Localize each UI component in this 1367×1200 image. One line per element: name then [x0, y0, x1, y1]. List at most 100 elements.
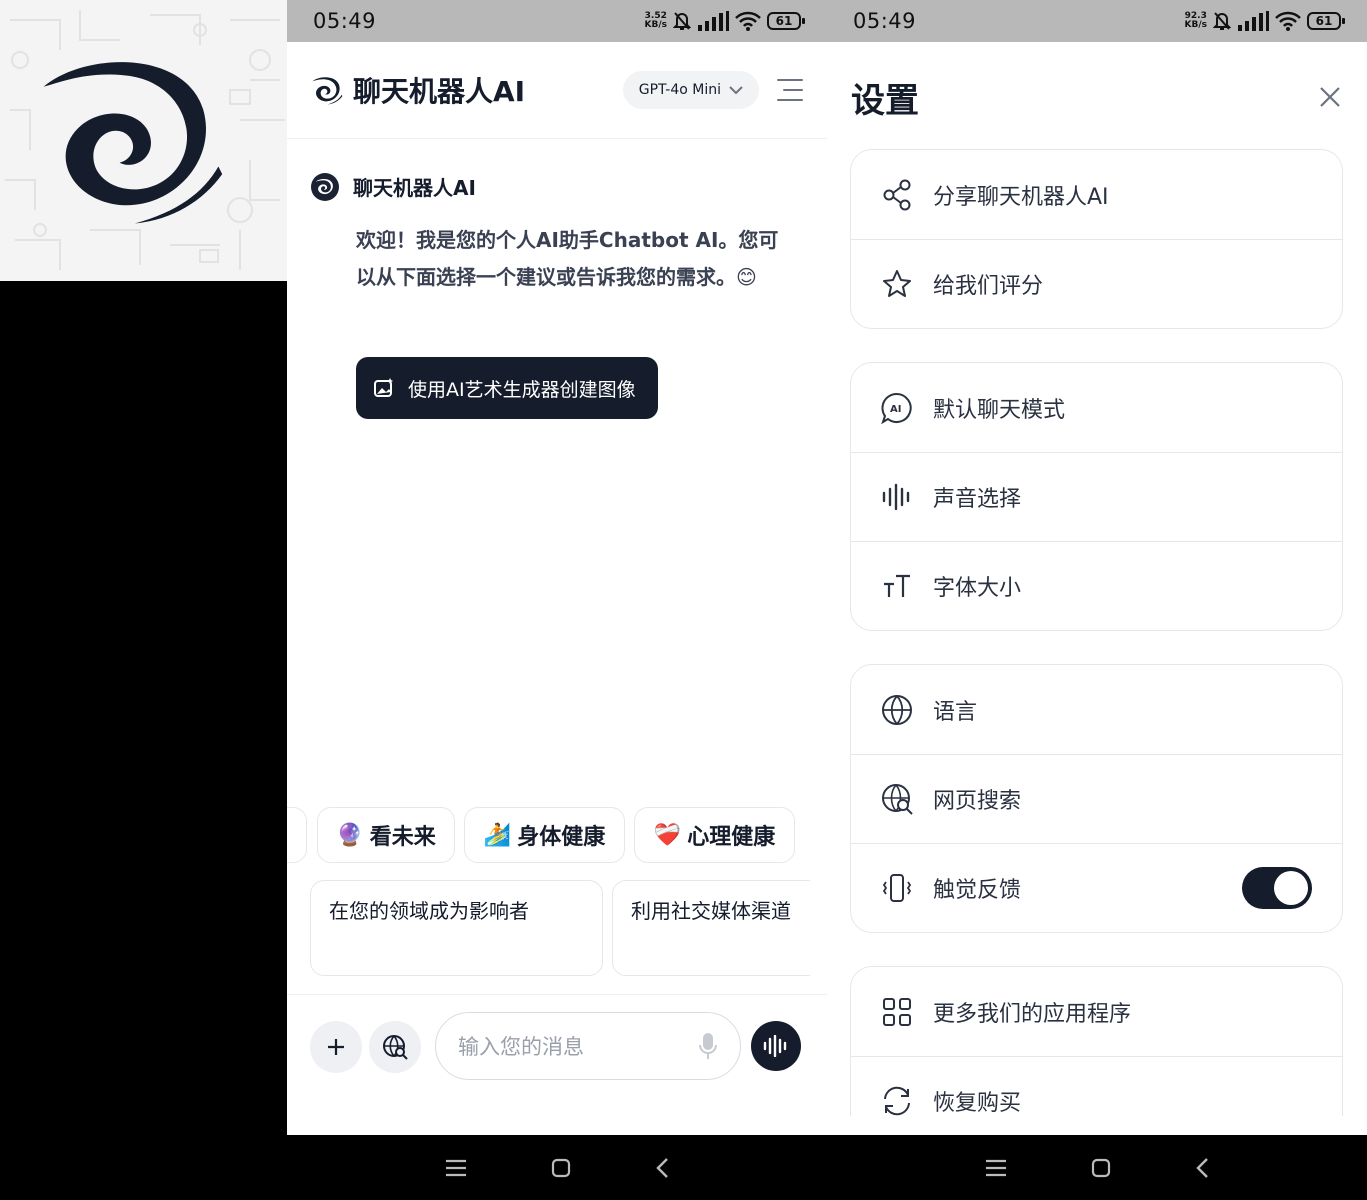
prompt-card[interactable]: 利用社交媒体渠道 [612, 880, 810, 976]
chip-label: 身体健康 [517, 825, 606, 850]
settings-item-default-chat-mode[interactable]: AI 默认聊天模式 [851, 363, 1342, 452]
image-sparkle-icon [374, 378, 393, 397]
settings-screen: 05:49 92.3 KB/s 61 设置 分享聊天机器人AI 给我们评分 AI… [827, 0, 1367, 1200]
message-input[interactable]: 输入您的消息 [435, 1012, 741, 1080]
recent-apps-icon[interactable] [445, 1159, 467, 1177]
settings-list[interactable]: 分享聊天机器人AI 给我们评分 AI 默认聊天模式 声音选择 字体大小 语言 网… [827, 140, 1367, 1116]
welcome-message: 欢迎！我是您的个人AI助手Chatbot AI。您可以从下面选择一个建议或告诉我… [356, 228, 779, 289]
share-icon [881, 179, 913, 211]
recent-apps-icon[interactable] [985, 1159, 1007, 1177]
wifi-icon [1275, 11, 1301, 31]
settings-item-label: 默认聊天模式 [933, 397, 1066, 423]
vibration-icon [881, 872, 913, 904]
settings-group-preferences: 语言 网页搜索 触觉反馈 [850, 664, 1343, 933]
suggestion-chips: 🔮 看未来 🏄 身体健康 ❤️‍🩹 心理健康 [287, 807, 827, 863]
suggestion-chip-partial[interactable] [287, 807, 307, 863]
bot-logo-icon [315, 178, 333, 194]
chat-header: 聊天机器人AI GPT-4o Mini [287, 42, 827, 139]
settings-group-share: 分享聊天机器人AI 给我们评分 [850, 149, 1343, 329]
status-bar: 05:49 3.52 KB/s 61 [287, 0, 827, 42]
page-title: 设置 [851, 80, 919, 121]
settings-item-more-apps[interactable]: 更多我们的应用程序 [851, 967, 1342, 1056]
voice-mode-button[interactable] [751, 1021, 801, 1071]
settings-item-haptic-feedback[interactable]: 触觉反馈 [851, 843, 1342, 932]
add-attachment-button[interactable] [310, 1021, 362, 1073]
chip-label: 心理健康 [687, 825, 776, 850]
settings-item-restore-purchase[interactable]: 恢复购买 [851, 1056, 1342, 1116]
settings-item-language[interactable]: 语言 [851, 665, 1342, 754]
settings-item-font-size[interactable]: 字体大小 [851, 541, 1342, 630]
web-search-icon [881, 783, 913, 815]
settings-group-chat: AI 默认聊天模式 声音选择 字体大小 [850, 362, 1343, 631]
status-icons: 92.3 KB/s 61 [1185, 11, 1345, 31]
menu-icon[interactable] [777, 79, 803, 101]
back-icon[interactable] [1195, 1157, 1209, 1179]
globe-icon [881, 694, 913, 726]
settings-item-label: 恢复购买 [933, 1091, 1022, 1116]
network-speed: 3.52 KB/s [644, 11, 667, 30]
settings-header: 设置 [827, 42, 1367, 152]
star-icon [881, 268, 913, 300]
settings-item-label: 触觉反馈 [933, 878, 1022, 903]
status-icons: 3.52 KB/s 61 [644, 11, 805, 31]
chevron-down-icon [729, 85, 743, 94]
suggestion-chip-physical-health[interactable]: 🏄 身体健康 [464, 807, 625, 863]
settings-item-rate[interactable]: 给我们评分 [851, 239, 1342, 328]
settings-group-more: 更多我们的应用程序 恢复购买 [850, 966, 1343, 1116]
battery-indicator: 61 [1307, 12, 1345, 30]
font-size-icon [881, 570, 913, 602]
prompt-suggestions: 在您的领域成为影响者 利用社交媒体渠道 [287, 880, 810, 976]
apps-grid-icon [881, 996, 913, 1028]
chat-screen: 05:49 3.52 KB/s 61 聊天机器人AI GPT-4o Mini 聊天… [287, 0, 827, 1200]
system-nav-bar [827, 1135, 1367, 1200]
web-search-icon [383, 1035, 408, 1060]
message-input-placeholder: 输入您的消息 [458, 1035, 584, 1059]
settings-item-label: 更多我们的应用程序 [933, 1001, 1132, 1027]
settings-item-label: 给我们评分 [933, 274, 1044, 299]
settings-item-voice[interactable]: 声音选择 [851, 452, 1342, 541]
settings-item-web-search[interactable]: 网页搜索 [851, 754, 1342, 843]
model-selector[interactable]: GPT-4o Mini [622, 71, 759, 109]
settings-item-label: 声音选择 [933, 487, 1022, 512]
microphone-icon[interactable] [698, 1032, 718, 1060]
logo-panel [0, 0, 287, 281]
waveform-icon [763, 1035, 787, 1057]
settings-item-label: 网页搜索 [933, 789, 1022, 814]
bell-muted-icon [673, 12, 691, 30]
restore-icon [881, 1085, 913, 1116]
status-bar: 05:49 92.3 KB/s 61 [827, 0, 1367, 42]
haptic-feedback-toggle[interactable] [1242, 867, 1312, 909]
crystal-ball-icon: 🔮 [336, 822, 364, 848]
settings-item-label: 分享聊天机器人AI [933, 184, 1109, 210]
system-nav-bar [287, 1135, 827, 1200]
settings-item-label: 语言 [933, 699, 978, 725]
back-icon[interactable] [655, 1157, 669, 1179]
settings-item-label: 字体大小 [933, 576, 1022, 601]
bot-identity: 聊天机器人AI [311, 172, 476, 201]
app-logo-icon [312, 77, 343, 105]
battery-indicator: 61 [767, 12, 805, 30]
suggestion-chip-future[interactable]: 🔮 看未来 [317, 807, 455, 863]
home-icon[interactable] [551, 1158, 571, 1178]
signal-icon [1238, 11, 1269, 31]
bot-avatar [311, 172, 339, 201]
svg-text:AI: AI [890, 404, 901, 415]
settings-item-share[interactable]: 分享聊天机器人AI [851, 150, 1342, 239]
model-selector-label: GPT-4o Mini [638, 82, 721, 98]
close-icon[interactable] [1319, 86, 1341, 108]
wifi-icon [735, 11, 761, 31]
surfer-icon: 🏄 [483, 822, 512, 848]
web-search-button[interactable] [369, 1021, 421, 1073]
prompt-card[interactable]: 在您的领域成为影响者 [310, 880, 603, 976]
waveform-icon [881, 481, 913, 513]
signal-icon [698, 11, 729, 31]
home-icon[interactable] [1091, 1158, 1111, 1178]
ai-art-generator-button[interactable]: 使用AI艺术生成器创建图像 [356, 357, 658, 419]
app-title: 聊天机器人AI [353, 75, 526, 108]
suggestion-chip-mental-health[interactable]: ❤️‍🩹 心理健康 [634, 807, 795, 863]
status-time: 05:49 [853, 9, 917, 33]
ai-art-generator-label: 使用AI艺术生成器创建图像 [408, 378, 636, 401]
chat-input-bar: 输入您的消息 [287, 994, 827, 1135]
chip-label: 看未来 [369, 825, 436, 850]
ai-chat-icon: AI [881, 392, 913, 424]
